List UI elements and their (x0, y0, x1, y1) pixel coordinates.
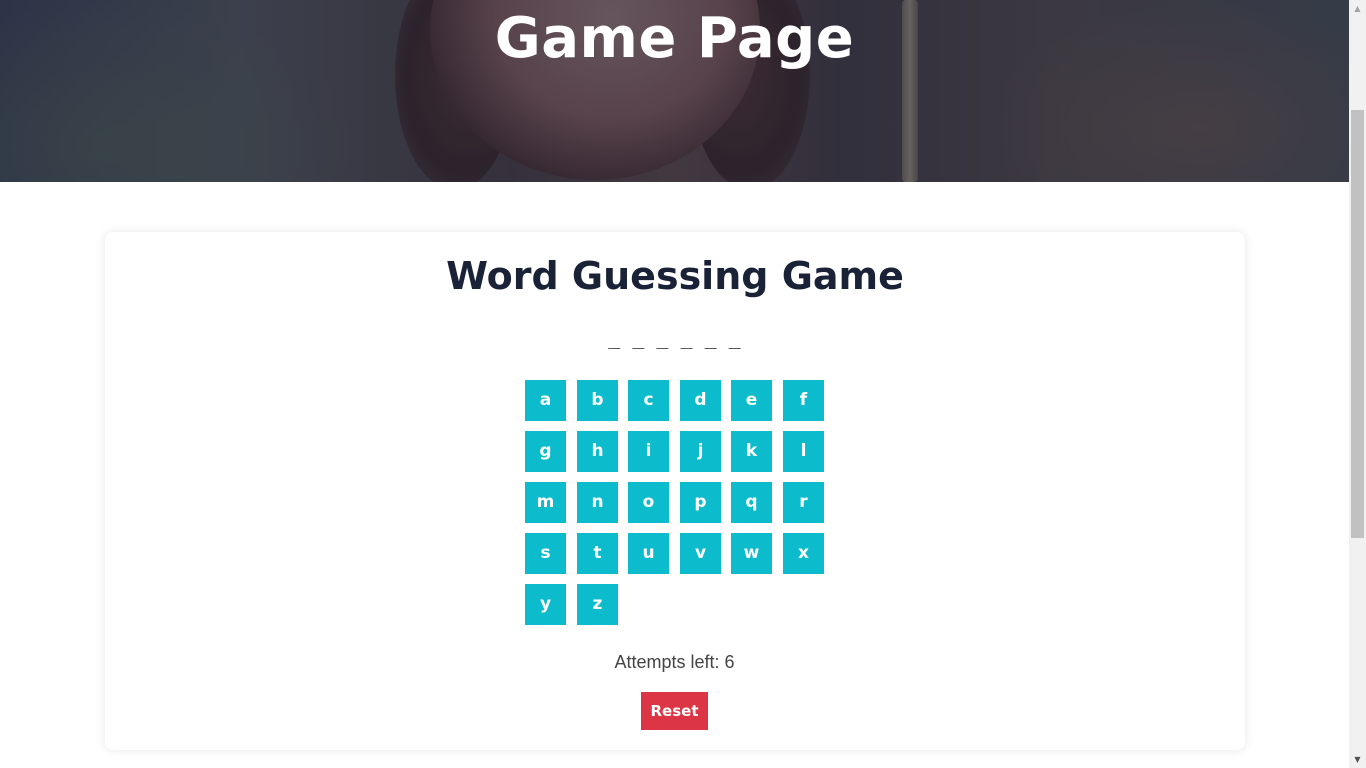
letter-button-p[interactable]: p (680, 482, 721, 523)
letter-button-d[interactable]: d (680, 380, 721, 421)
letter-button-c[interactable]: c (628, 380, 669, 421)
letter-button-t[interactable]: t (577, 533, 618, 574)
scroll-up-icon[interactable]: ▲ (1349, 0, 1366, 17)
hero-banner: Game Page (0, 0, 1349, 182)
letter-button-q[interactable]: q (731, 482, 772, 523)
attempts-left: Attempts left: 6 (614, 652, 735, 672)
letter-button-s[interactable]: s (525, 533, 566, 574)
letter-button-b[interactable]: b (577, 380, 618, 421)
letter-button-e[interactable]: e (731, 380, 772, 421)
letter-button-a[interactable]: a (525, 380, 566, 421)
letter-button-n[interactable]: n (577, 482, 618, 523)
letter-button-k[interactable]: k (731, 431, 772, 472)
letter-button-z[interactable]: z (577, 584, 618, 625)
letter-button-j[interactable]: j (680, 431, 721, 472)
letter-button-i[interactable]: i (628, 431, 669, 472)
scrollbar-thumb[interactable] (1351, 110, 1364, 538)
letter-button-o[interactable]: o (628, 482, 669, 523)
page-title: Game Page (494, 6, 855, 71)
letter-button-h[interactable]: h (577, 431, 618, 472)
letter-button-u[interactable]: u (628, 533, 669, 574)
letter-button-r[interactable]: r (783, 482, 824, 523)
game-title: Word Guessing Game (446, 254, 904, 298)
letter-button-w[interactable]: w (731, 533, 772, 574)
letter-button-m[interactable]: m (525, 482, 566, 523)
letter-button-g[interactable]: g (525, 431, 566, 472)
letter-button-v[interactable]: v (680, 533, 721, 574)
letter-button-x[interactable]: x (783, 533, 824, 574)
word-display: _ _ _ _ _ _ (608, 325, 741, 349)
page: Game Page Word Guessing Game _ _ _ _ _ _… (0, 0, 1349, 768)
letter-button-y[interactable]: y (525, 584, 566, 625)
letter-button-f[interactable]: f (783, 380, 824, 421)
scroll-down-icon[interactable]: ▼ (1349, 751, 1366, 768)
vertical-scrollbar[interactable]: ▲ ▼ (1349, 0, 1366, 768)
letter-button-l[interactable]: l (783, 431, 824, 472)
reset-button[interactable]: Reset (641, 692, 708, 730)
